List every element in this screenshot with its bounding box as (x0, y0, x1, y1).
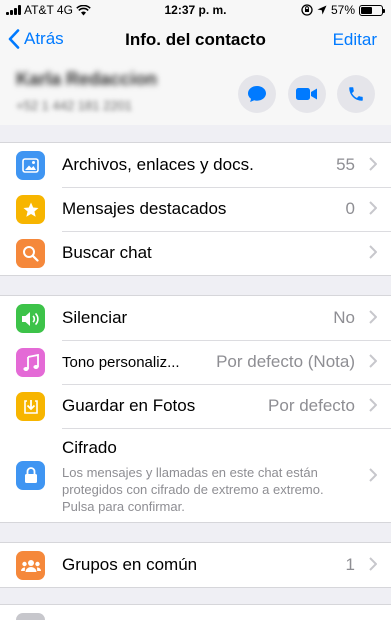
chevron-right-icon (369, 557, 377, 571)
row-mute[interactable]: Silenciar No (0, 296, 391, 340)
photo-icon (16, 151, 45, 180)
star-icon (16, 195, 45, 224)
contact-name: Karla Redaccion (16, 69, 158, 89)
video-call-icon (296, 88, 317, 100)
contact-phone: +52 1 442 181 2201 (16, 98, 133, 113)
row-label: Guardar en Fotos (62, 396, 196, 415)
group-icon (16, 551, 45, 580)
chevron-right-icon (369, 201, 377, 215)
chevron-right-icon (369, 468, 377, 482)
row-custom-tone[interactable]: Tono personaliz... Por defecto (Nota) (0, 340, 391, 384)
chevron-right-icon (369, 157, 377, 171)
chevron-right-icon (369, 354, 377, 368)
battery-fill (361, 6, 373, 14)
edit-button[interactable]: Editar (333, 30, 377, 50)
row-value: 0 (345, 199, 355, 218)
row-label: Grupos en común (62, 555, 198, 574)
message-button[interactable] (238, 75, 276, 113)
row-value: 55 (336, 155, 355, 174)
navigation-bar: Atrás Info. del contacto Editar (0, 22, 391, 58)
music-note-icon (16, 348, 45, 377)
row-save-to-photos[interactable]: Guardar en Fotos Por defecto (0, 384, 391, 428)
status-right: 57% (301, 3, 385, 17)
speaker-icon (16, 304, 45, 333)
search-icon (16, 239, 45, 268)
download-icon (16, 392, 45, 421)
chevron-right-icon (369, 310, 377, 324)
row-label: Tono personaliz... (62, 354, 180, 371)
phone-icon (349, 87, 363, 101)
row-label: Archivos, enlaces y docs. (62, 155, 254, 174)
orientation-lock-icon (301, 4, 313, 16)
row-media-links-docs[interactable]: Archivos, enlaces y docs. 55 (0, 143, 391, 187)
row-label: Buscar chat (62, 243, 152, 262)
lock-icon (16, 461, 45, 490)
contact-header: Karla Redaccion +52 1 442 181 2201 (0, 58, 391, 125)
settings-icon (16, 613, 45, 620)
encryption-description: Los mensajes y llamadas en este chat est… (62, 465, 324, 514)
row-label: Silenciar (62, 308, 128, 327)
next-group-partial (0, 604, 391, 620)
message-icon (248, 86, 266, 102)
common-groups-group: Grupos en común 1 (0, 542, 391, 588)
row-value: Por defecto (Nota) (216, 352, 355, 371)
chevron-right-icon (369, 245, 377, 259)
media-group: Archivos, enlaces y docs. 55 Mensajes de… (0, 142, 391, 276)
row-label: Mensajes destacados (62, 199, 227, 218)
chat-settings-group: Silenciar No Tono personaliz... Por defe… (0, 295, 391, 523)
row-value: Por defecto (268, 396, 355, 415)
location-icon (317, 5, 327, 15)
row-encryption[interactable]: Cifrado Los mensajes y llamadas en este … (0, 428, 391, 522)
row-starred-messages[interactable]: Mensajes destacados 0 (0, 187, 391, 231)
battery-percent: 57% (330, 3, 355, 17)
battery-icon (359, 4, 385, 16)
row-value: 1 (345, 555, 355, 574)
phone-call-button[interactable] (337, 75, 375, 113)
row-value: No (333, 308, 355, 327)
chevron-right-icon (369, 398, 377, 412)
row-search-chat[interactable]: Buscar chat (0, 231, 391, 275)
row-label: Cifrado (62, 438, 117, 457)
row-groups-in-common[interactable]: Grupos en común 1 (0, 543, 391, 587)
video-call-button[interactable] (288, 75, 326, 113)
status-bar: AT&T 4G 12:37 p. m. 57% (0, 0, 391, 22)
